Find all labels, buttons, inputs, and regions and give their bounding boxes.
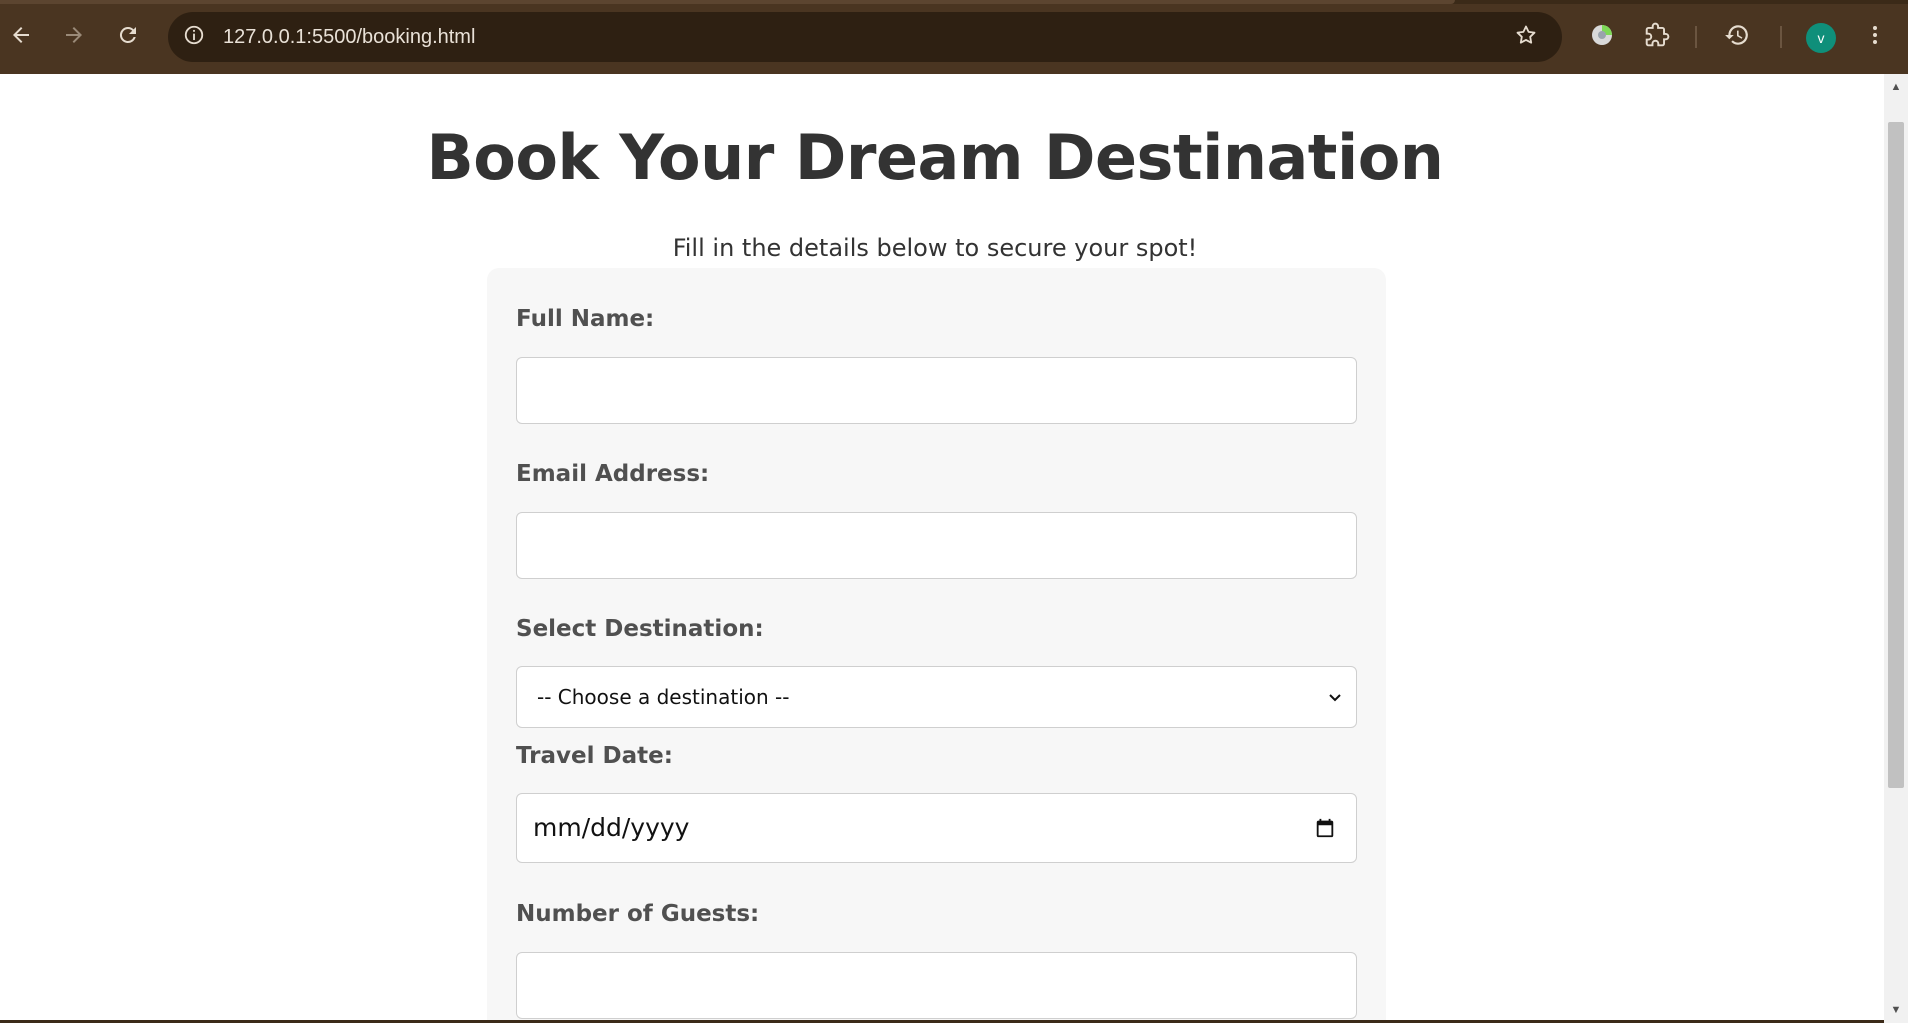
forward-button[interactable] xyxy=(56,19,92,55)
page-subtitle: Fill in the details below to secure your… xyxy=(672,234,1198,262)
destination-selected-value: -- Choose a destination -- xyxy=(537,685,790,709)
travel-date-placeholder: mm/dd/yyyy xyxy=(533,813,690,842)
bookmark-button[interactable] xyxy=(1513,24,1539,50)
puzzle-icon xyxy=(1644,22,1670,53)
reload-button[interactable] xyxy=(110,19,146,55)
site-info-icon xyxy=(183,24,205,51)
travel-date-input[interactable]: mm/dd/yyyy xyxy=(516,793,1357,863)
forward-arrow-icon xyxy=(62,23,86,52)
email-label: Email Address: xyxy=(516,461,710,487)
full-name-input[interactable] xyxy=(516,357,1357,424)
full-name-label: Full Name: xyxy=(516,306,655,332)
extension-icon xyxy=(1589,22,1615,53)
scroll-thumb[interactable] xyxy=(1888,122,1904,788)
history-icon xyxy=(1724,22,1750,53)
page-viewport: Book Your Dream Destination Fill in the … xyxy=(0,74,1884,1023)
scroll-up-arrow-icon[interactable]: ▲ xyxy=(1884,78,1908,96)
chevron-down-icon xyxy=(1324,686,1346,708)
url-text[interactable]: 127.0.0.1:5500/booking.html xyxy=(223,25,475,49)
guests-label: Number of Guests: xyxy=(516,901,760,927)
toolbar-divider xyxy=(1780,26,1782,48)
page-scrollbar[interactable]: ▲ ▼ xyxy=(1884,74,1908,1023)
booking-form: Full Name: Email Address: Select Destina… xyxy=(487,268,1386,1023)
profile-avatar[interactable]: v xyxy=(1806,23,1836,53)
browser-toolbar: 127.0.0.1:5500/booking.html v xyxy=(0,0,1908,74)
active-tab-edge[interactable] xyxy=(0,0,1455,4)
guests-input[interactable] xyxy=(516,952,1357,1019)
back-arrow-icon xyxy=(9,23,33,52)
address-bar[interactable]: 127.0.0.1:5500/booking.html xyxy=(168,12,1562,62)
extensions-menu-button[interactable] xyxy=(1640,20,1674,54)
bookmark-star-icon xyxy=(1514,23,1538,52)
destination-label: Select Destination: xyxy=(516,616,764,642)
extension-button[interactable] xyxy=(1585,20,1619,54)
back-button[interactable] xyxy=(3,19,39,55)
scroll-down-arrow-icon[interactable]: ▼ xyxy=(1884,1001,1908,1019)
email-input[interactable] xyxy=(516,512,1357,579)
page-title: Book Your Dream Destination xyxy=(426,121,1444,194)
destination-select[interactable]: -- Choose a destination -- xyxy=(516,666,1357,728)
reload-icon xyxy=(116,23,140,52)
toolbar-divider xyxy=(1695,26,1697,48)
history-button[interactable] xyxy=(1720,20,1754,54)
calendar-icon[interactable] xyxy=(1312,815,1338,841)
browser-menu-button[interactable] xyxy=(1858,20,1892,54)
kebab-menu-icon xyxy=(1863,23,1887,52)
travel-date-label: Travel Date: xyxy=(516,743,673,769)
tab-strip xyxy=(0,0,1908,4)
site-info-button[interactable] xyxy=(181,24,207,50)
